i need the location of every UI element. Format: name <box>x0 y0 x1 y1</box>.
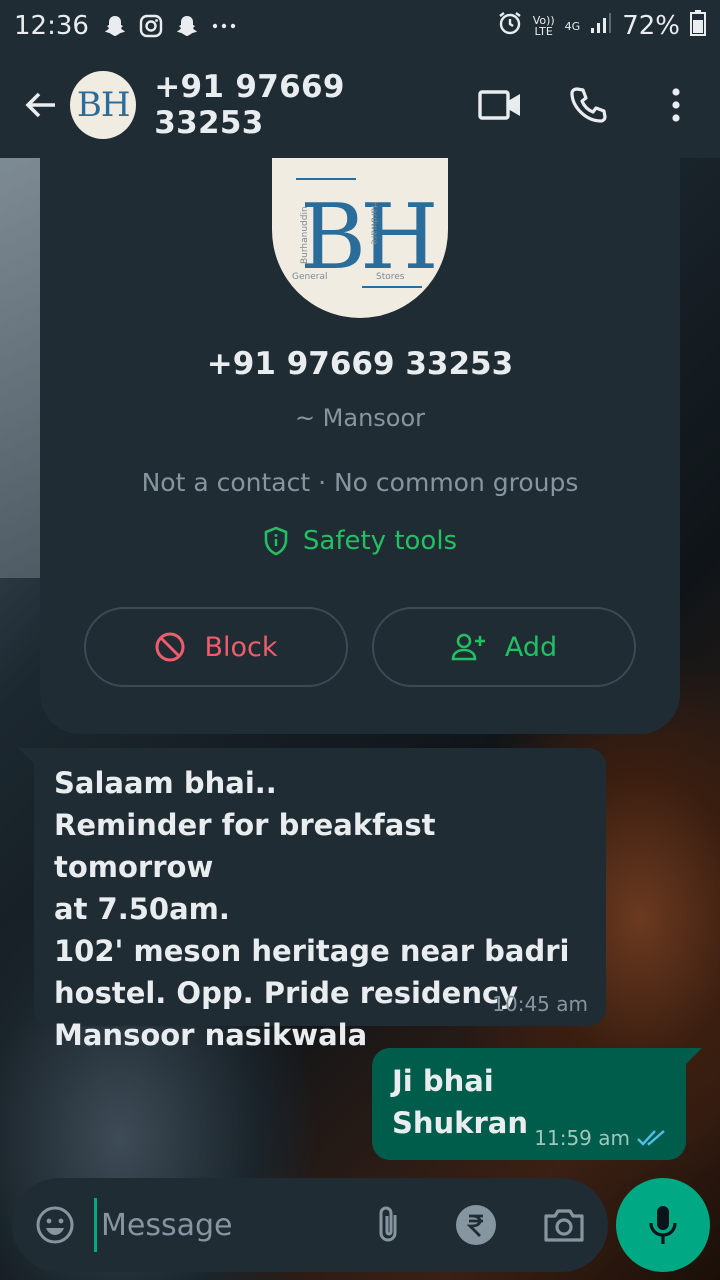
message-input[interactable] <box>94 1198 344 1252</box>
emoji-icon <box>36 1206 74 1244</box>
video-call-button[interactable] <box>456 65 544 145</box>
voice-call-button[interactable] <box>544 65 632 145</box>
contact-avatar[interactable]: BH <box>70 71 137 139</box>
avatar-logo-text: BH <box>76 85 131 125</box>
safety-tools-link[interactable]: Safety tools <box>40 526 680 556</box>
camera-button[interactable] <box>520 1185 608 1265</box>
contact-info-card: BH Burhanuddin Hardware General Stores +… <box>40 158 680 734</box>
double-check-read-icon <box>637 1130 665 1146</box>
block-button[interactable]: Block <box>84 607 348 687</box>
volte-indicator: Vo)) LTE <box>532 14 555 38</box>
card-phone-number: +91 97669 33253 <box>206 346 514 382</box>
paperclip-icon <box>379 1206 397 1242</box>
rupee-icon <box>456 1205 496 1245</box>
signal-icon <box>590 11 612 41</box>
add-person-icon <box>451 633 485 661</box>
status-bar: 12:36 Vo)) LTE 4G 72% <box>0 0 720 52</box>
battery-icon <box>690 9 706 43</box>
overflow-menu-button[interactable] <box>632 65 720 145</box>
add-label: Add <box>504 631 558 663</box>
payment-button[interactable] <box>432 1185 520 1265</box>
incoming-message[interactable]: Salaam bhai.. Reminder for breakfast tom… <box>18 748 606 1052</box>
message-time: 11:59 am <box>534 1126 630 1150</box>
outgoing-message[interactable]: Ji bhai Shukran 11:59 am <box>372 1048 702 1160</box>
emoji-button[interactable] <box>16 1185 94 1265</box>
alarm-icon <box>497 10 523 43</box>
voice-message-button[interactable] <box>616 1178 710 1272</box>
attach-button[interactable] <box>344 1185 432 1265</box>
message-time-row: 11:59 am <box>534 1126 668 1150</box>
block-label: Block <box>204 631 278 663</box>
more-notifications-icon <box>211 22 237 30</box>
arrow-left-icon <box>25 92 56 118</box>
phone-icon <box>570 87 607 123</box>
card-push-name: ~ Mansoor <box>294 404 426 432</box>
add-contact-button[interactable]: Add <box>372 607 636 687</box>
message-time: 10:45 am <box>492 992 588 1016</box>
battery-percent: 72% <box>622 11 680 41</box>
snapchat-icon <box>103 14 127 38</box>
mobile-data-indicator: 4G <box>564 19 581 33</box>
card-contact-status: Not a contact · No common groups <box>141 468 579 497</box>
snapchat-icon-2 <box>175 14 199 38</box>
message-composer <box>12 1178 608 1272</box>
chat-title[interactable]: +91 97669 33253 <box>154 69 456 141</box>
microphone-icon <box>649 1206 677 1244</box>
back-button[interactable] <box>12 75 70 135</box>
camera-icon <box>544 1209 584 1242</box>
shield-icon <box>264 526 288 556</box>
block-icon <box>155 632 185 662</box>
safety-tools-label: Safety tools <box>302 526 458 556</box>
card-avatar[interactable]: BH Burhanuddin Hardware General Stores <box>272 158 448 318</box>
instagram-icon <box>139 14 163 38</box>
more-vert-icon <box>672 88 680 122</box>
business-logo: BH Burhanuddin Hardware General Stores <box>272 158 448 318</box>
video-camera-icon <box>478 90 520 120</box>
chat-header: BH +91 97669 33253 <box>0 52 720 158</box>
status-time: 12:36 <box>14 11 89 41</box>
